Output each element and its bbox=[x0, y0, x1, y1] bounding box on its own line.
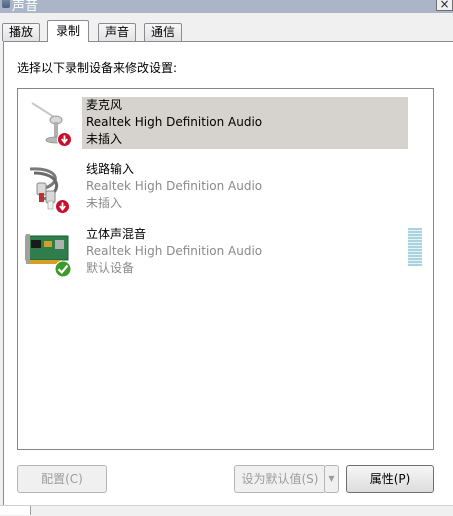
tab-communications[interactable]: 通信 bbox=[144, 23, 183, 41]
set-default-dropdown-arrow[interactable]: ▼ bbox=[324, 465, 339, 493]
instruction-text: 选择以下录制设备来修改设置: bbox=[17, 61, 178, 75]
title-bar: 声音 bbox=[0, 0, 453, 13]
tab-sounds[interactable]: 声音 bbox=[98, 23, 137, 41]
device-status: 未插入 bbox=[86, 196, 123, 210]
tab-playback[interactable]: 播放 bbox=[2, 23, 41, 41]
device-name: 立体声混音 bbox=[86, 227, 147, 241]
unplugged-badge-icon bbox=[55, 199, 70, 214]
unplugged-badge-icon bbox=[57, 132, 72, 147]
device-info: 立体声混音 Realtek High Definition Audio 默认设备 bbox=[82, 226, 408, 278]
line-in-cable-icon bbox=[24, 163, 76, 215]
level-meter bbox=[408, 228, 422, 266]
device-driver: Realtek High Definition Audio bbox=[86, 115, 263, 129]
window-title: 声音 bbox=[12, 0, 39, 13]
device-driver: Realtek High Definition Audio bbox=[86, 244, 263, 258]
set-default-button[interactable]: 设为默认值(S) bbox=[234, 465, 326, 493]
properties-button[interactable]: 属性(P) bbox=[346, 465, 434, 493]
device-item-stereo-mix[interactable]: 立体声混音 Realtek High Definition Audio 默认设备 bbox=[24, 226, 409, 282]
default-check-icon bbox=[54, 260, 72, 278]
device-name: 线路输入 bbox=[86, 162, 135, 176]
sound-card-icon bbox=[24, 228, 76, 280]
device-item-microphone[interactable]: 麦克风 Realtek High Definition Audio 未插入 bbox=[24, 97, 409, 153]
footer-notch bbox=[0, 506, 31, 515]
device-list[interactable]: 麦克风 Realtek High Definition Audio 未插入 线路… bbox=[17, 88, 434, 450]
tab-bar: 播放 录制 声音 通信 bbox=[0, 20, 453, 42]
device-item-line-in[interactable]: 线路输入 Realtek High Definition Audio 未插入 bbox=[24, 161, 409, 217]
speaker-app-icon bbox=[2, 0, 10, 8]
device-name: 麦克风 bbox=[86, 98, 123, 112]
device-info: 麦克风 Realtek High Definition Audio 未插入 bbox=[82, 97, 408, 149]
device-status: 默认设备 bbox=[86, 261, 135, 275]
tab-panel: 选择以下录制设备来修改设置: 麦克风 Realtek High Definiti… bbox=[3, 41, 453, 505]
microphone-icon bbox=[24, 99, 76, 151]
configure-button[interactable]: 配置(C) bbox=[17, 465, 107, 493]
dialog-footer bbox=[0, 505, 453, 516]
device-driver: Realtek High Definition Audio bbox=[86, 179, 263, 193]
device-status: 未插入 bbox=[86, 132, 123, 146]
close-button[interactable]: × bbox=[436, 0, 453, 11]
device-info: 线路输入 Realtek High Definition Audio 未插入 bbox=[82, 161, 408, 213]
tab-recording[interactable]: 录制 bbox=[47, 20, 90, 42]
